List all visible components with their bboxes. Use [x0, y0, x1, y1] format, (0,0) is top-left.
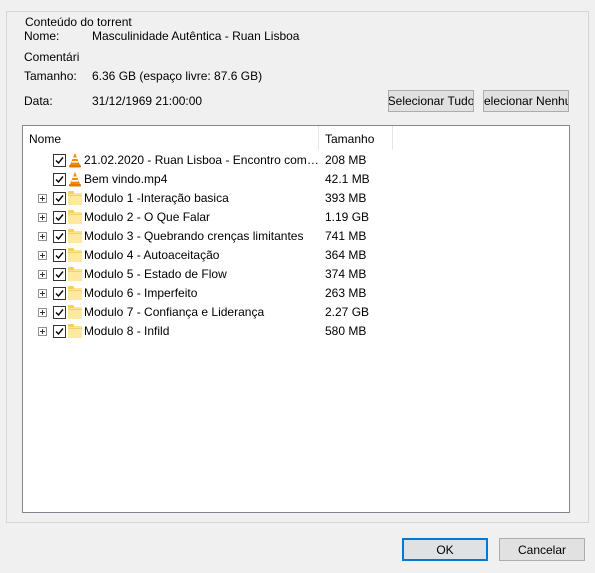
folder-icon — [68, 248, 82, 262]
file-size: 364 MB — [325, 248, 367, 262]
tree-row[interactable]: 21.02.2020 - Ruan Lisboa - Encontro com … — [23, 151, 569, 170]
vlc-cone-icon — [68, 153, 82, 168]
tree-row[interactable]: Modulo 3 - Quebrando crenças limitantes 7… — [23, 227, 569, 246]
file-name: Bem vindo.mp4 — [84, 172, 168, 186]
file-size: 42.1 MB — [325, 172, 370, 186]
file-name: 21.02.2020 - Ruan Lisboa - Encontro com … — [84, 153, 320, 167]
file-name: Modulo 4 - Autoaceitação — [84, 248, 220, 262]
tree-row[interactable]: Modulo 4 - Autoaceitação 364 MB — [23, 246, 569, 265]
file-checkbox[interactable] — [53, 192, 66, 205]
file-size: 208 MB — [325, 153, 367, 167]
column-header-name[interactable]: Nome — [23, 126, 319, 150]
date-label: Data: — [24, 94, 53, 108]
file-checkbox[interactable] — [53, 268, 66, 281]
folder-icon — [68, 229, 82, 243]
file-checkbox[interactable] — [53, 173, 66, 186]
expand-toggle-icon[interactable] — [38, 251, 47, 260]
cancel-button[interactable]: Cancelar — [499, 538, 585, 561]
file-name: Modulo 3 - Quebrando crenças limitantes — [84, 229, 304, 243]
group-title: Conteúdo do torrent — [21, 15, 136, 29]
file-size: 1.19 GB — [325, 210, 370, 224]
expand-toggle-icon[interactable] — [38, 289, 47, 298]
file-name: Modulo 2 - O Que Falar — [84, 210, 211, 224]
file-name: Modulo 5 - Estado de Flow — [84, 267, 227, 281]
expand-toggle-icon[interactable] — [38, 308, 47, 317]
file-checkbox[interactable] — [53, 325, 66, 338]
file-size: 741 MB — [325, 229, 367, 243]
name-label: Nome: — [24, 29, 60, 43]
folder-icon — [68, 286, 82, 300]
tree-row[interactable]: Bem vindo.mp4 42.1 MB — [23, 170, 569, 189]
file-size: 2.27 GB — [325, 305, 370, 319]
file-name: Modulo 7 - Confiança e Liderança — [84, 305, 265, 319]
folder-icon — [68, 324, 82, 338]
tree-row[interactable]: Modulo 7 - Confiança e Liderança 2.27 GB — [23, 303, 569, 322]
tree-row[interactable]: Modulo 2 - O Que Falar 1.19 GB — [23, 208, 569, 227]
tree-row[interactable]: Modulo 5 - Estado de Flow 374 MB — [23, 265, 569, 284]
folder-icon — [68, 267, 82, 281]
file-name: Modulo 8 - Infild — [84, 324, 170, 338]
folder-icon — [68, 210, 82, 224]
vlc-cone-icon — [68, 172, 82, 187]
select-none-button[interactable]: elecionar Nenhu — [483, 90, 569, 112]
file-name: Modulo 6 - Imperfeito — [84, 286, 198, 300]
file-tree[interactable]: Nome Tamanho 21.02.2020 - Ruan Lisboa - … — [22, 125, 570, 513]
folder-icon — [68, 305, 82, 319]
file-size: 393 MB — [325, 191, 367, 205]
tree-row[interactable]: Modulo 8 - Infild 580 MB — [23, 322, 569, 341]
date-value: 31/12/1969 21:00:00 — [92, 94, 203, 108]
comment-label: Comentári — [24, 50, 80, 64]
expand-toggle-icon[interactable] — [38, 270, 47, 279]
file-size: 263 MB — [325, 286, 367, 300]
expand-toggle-icon[interactable] — [38, 232, 47, 241]
name-value: Masculinidade Autêntica - Ruan Lisboa — [92, 29, 300, 43]
file-checkbox[interactable] — [53, 306, 66, 319]
tree-row[interactable]: Modulo 1 -Interação basica 393 MB — [23, 189, 569, 208]
tree-header: Nome Tamanho — [23, 126, 569, 150]
file-checkbox[interactable] — [53, 154, 66, 167]
folder-icon — [68, 191, 82, 205]
file-checkbox[interactable] — [53, 230, 66, 243]
size-value: 6.36 GB (espaço livre: 87.6 GB) — [92, 69, 263, 83]
ok-button[interactable]: OK — [402, 538, 488, 561]
file-size: 374 MB — [325, 267, 367, 281]
expand-toggle-icon[interactable] — [38, 327, 47, 336]
select-all-button[interactable]: Selecionar Tudo — [388, 90, 474, 112]
file-checkbox[interactable] — [53, 287, 66, 300]
file-name: Modulo 1 -Interação basica — [84, 191, 229, 205]
expand-toggle-icon[interactable] — [38, 213, 47, 222]
expand-toggle-icon[interactable] — [38, 194, 47, 203]
file-checkbox[interactable] — [53, 211, 66, 224]
file-size: 580 MB — [325, 324, 367, 338]
column-header-size[interactable]: Tamanho — [319, 126, 393, 150]
size-label: Tamanho: — [24, 69, 77, 83]
file-checkbox[interactable] — [53, 249, 66, 262]
tree-row[interactable]: Modulo 6 - Imperfeito 263 MB — [23, 284, 569, 303]
